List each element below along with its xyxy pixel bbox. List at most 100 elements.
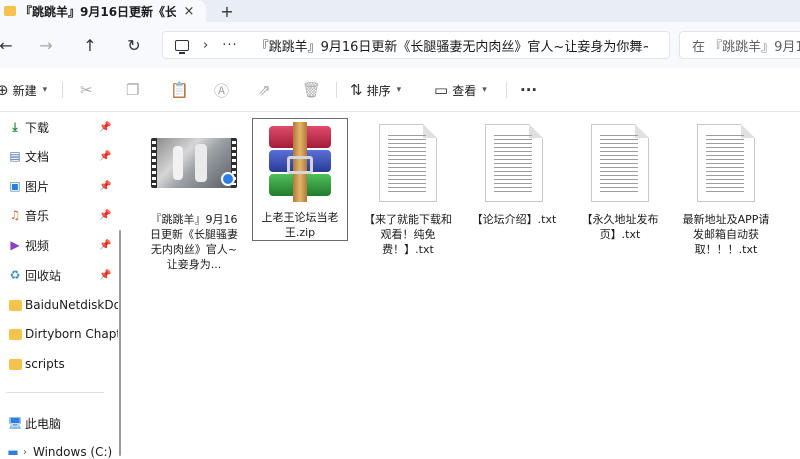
file-name: 【永久地址发布页】.txt (581, 213, 659, 241)
scissors-icon: ✂ (80, 81, 93, 99)
video-icon: ▶ (10, 238, 20, 252)
view-button[interactable]: ▭ 查看 ▾ (434, 78, 487, 102)
pin-icon[interactable]: 📌 (99, 210, 111, 221)
sort-icon: ⇅ (350, 81, 363, 99)
sidebar-item-label: 图片 (25, 179, 50, 194)
tab-title: 『跳跳羊』9月16日更新《长腿 (20, 4, 176, 19)
sidebar-item-label: 回收站 (25, 268, 62, 283)
rename-button[interactable]: Ⓐ (214, 78, 229, 102)
folder-icon (4, 6, 16, 16)
text-file-icon (466, 120, 562, 206)
media-player-badge-icon (221, 172, 235, 186)
sidebar-scrollbar-thumb[interactable] (119, 230, 121, 456)
file-item-archive[interactable]: 上老王论坛当老王.zip (252, 118, 348, 241)
sidebar-item-label: 音乐 (25, 208, 50, 223)
address-bar[interactable]: › ··· 『跳跳羊』9月16日更新《长腿骚妻无内肉丝》官人~让妾身为你舞~ (162, 31, 670, 59)
refresh-icon[interactable]: ↻ (122, 33, 146, 57)
text-file-icon (572, 120, 668, 206)
download-icon: ⤓ (12, 119, 18, 134)
file-item-text[interactable]: 最新地址及APP请发邮箱自动获取！！！.txt (678, 120, 774, 257)
file-item-video[interactable]: 『跳跳羊』9月16日更新《长腿骚妻无内肉丝》官人~让妾身为... (146, 120, 242, 272)
recycle-bin-icon: ♻ (9, 268, 21, 282)
trash-icon: 🗑 (302, 81, 322, 99)
sidebar-item-recycle-bin[interactable]: ♻ 回收站 📌 (0, 262, 114, 288)
sidebar-item-scripts[interactable]: scripts (0, 351, 114, 377)
divider (6, 392, 104, 393)
file-item-text[interactable]: 【永久地址发布页】.txt (572, 120, 668, 242)
chevron-down-icon: ▾ (396, 85, 402, 95)
address-path[interactable]: 『跳跳羊』9月16日更新《长腿骚妻无内肉丝》官人~让妾身为你舞~ (256, 36, 648, 55)
new-button-label: 新建 (12, 83, 37, 98)
tab-bar: 『跳跳羊』9月16日更新《长腿 × + (0, 0, 800, 22)
sidebar-item-this-pc[interactable]: 🖥 此电脑 (0, 410, 114, 436)
sidebar-item-label: 下载 (25, 120, 50, 135)
up-icon[interactable]: ↑ (78, 33, 102, 57)
sidebar-item-videos[interactable]: ▶ 视频 📌 (0, 232, 114, 258)
pictures-icon: ▣ (9, 179, 21, 193)
delete-button[interactable]: 🗑 (302, 78, 321, 102)
sidebar-item-label: 视频 (25, 238, 50, 253)
search-placeholder: 在 『跳跳羊』9月1 (692, 39, 800, 55)
drive-icon: ▬ (7, 445, 19, 459)
sidebar-item-label: 文档 (25, 149, 50, 164)
sidebar-item-downloads[interactable]: ⤓ 下载 📌 (0, 114, 114, 140)
file-list: 『跳跳羊』9月16日更新《长腿骚妻无内肉丝》官人~让妾身为... 上老王论坛当老… (122, 112, 800, 459)
new-tab-button[interactable]: + (217, 1, 237, 21)
cut-button[interactable]: ✂ (80, 78, 93, 102)
search-input[interactable]: 在 『跳跳羊』9月1 (679, 31, 800, 59)
rename-icon: Ⓐ (214, 81, 230, 100)
sidebar-item-label: Dirtyborn Chapt (25, 327, 122, 341)
tab-current-folder[interactable]: 『跳跳羊』9月16日更新《长腿 × (0, 0, 206, 22)
chevron-right-icon[interactable]: › (18, 445, 32, 459)
pin-icon[interactable]: 📌 (99, 270, 111, 281)
divider (506, 82, 507, 98)
more-icon: ··· (520, 81, 538, 99)
sidebar-item-documents[interactable]: ▤ 文档 📌 (0, 143, 114, 169)
sort-button[interactable]: ⇅ 排序 ▾ (350, 78, 401, 102)
folder-icon (8, 327, 22, 341)
back-icon[interactable]: ← (0, 33, 18, 57)
sidebar-item-music[interactable]: ♫ 音乐 📌 (0, 202, 114, 228)
chevron-down-icon: ▾ (482, 85, 487, 95)
folder-icon (8, 357, 22, 371)
sidebar-item-label: scripts (25, 357, 65, 371)
pin-icon[interactable]: 📌 (99, 151, 111, 162)
file-item-text[interactable]: 【来了就能下载和观看！纯免费！】.txt (360, 120, 456, 257)
copy-icon: ❐ (126, 81, 140, 99)
pin-icon[interactable]: 📌 (99, 122, 111, 133)
share-icon: ⇗ (258, 81, 271, 99)
see-more-button[interactable]: ··· (520, 78, 537, 102)
file-name: 『跳跳羊』9月16日更新《长腿骚妻无内肉丝》官人~让妾身为... (150, 213, 238, 271)
folder-icon (8, 298, 22, 312)
clipboard-icon: 📋 (170, 81, 189, 99)
more-icon[interactable]: ··· (222, 38, 237, 53)
new-button[interactable]: ⊕ 新建 ▾ (0, 78, 47, 102)
chevron-right-icon[interactable]: › (203, 38, 208, 53)
pin-icon[interactable]: 📌 (99, 181, 111, 192)
file-name: 上老王论坛当老王.zip (261, 211, 339, 239)
forward-icon[interactable]: → (34, 33, 58, 57)
video-thumbnail (146, 120, 242, 206)
sidebar-item-windows-c[interactable]: › ▬ Windows (C:) (0, 439, 114, 459)
sidebar-item-label: 此电脑 (25, 416, 62, 431)
close-icon[interactable]: × (181, 3, 197, 19)
navigation-pane: ⤓ 下载 📌 ▤ 文档 📌 ▣ 图片 📌 ♫ 音乐 📌 ▶ 视频 📌 ♻ 回收站… (0, 112, 121, 459)
command-bar: ⊕ 新建 ▾ ✂ ❐ 📋 Ⓐ ⇗ 🗑 ⇅ 排序 ▾ ▭ 查看 ▾ ··· (0, 68, 800, 112)
view-button-label: 查看 (452, 83, 477, 98)
sidebar-item-dirtyborn[interactable]: Dirtyborn Chapt (0, 321, 121, 347)
music-icon: ♫ (9, 208, 21, 222)
view-icon: ▭ (434, 81, 449, 99)
file-name: 【论坛介绍】.txt (471, 213, 557, 226)
sidebar-item-label: BaiduNetdiskDo (25, 298, 121, 312)
text-file-icon (678, 120, 774, 206)
pin-icon[interactable]: 📌 (99, 240, 111, 251)
copy-button[interactable]: ❐ (126, 78, 139, 102)
this-pc-icon: 🖥 (7, 416, 23, 430)
paste-button[interactable]: 📋 (170, 78, 189, 102)
sidebar-item-pictures[interactable]: ▣ 图片 📌 (0, 173, 114, 199)
share-button[interactable]: ⇗ (258, 78, 271, 102)
file-item-text[interactable]: 【论坛介绍】.txt (466, 120, 562, 227)
winrar-icon (252, 119, 348, 204)
divider (336, 82, 337, 98)
sidebar-item-baidunetdisk[interactable]: BaiduNetdiskDo (0, 292, 121, 318)
